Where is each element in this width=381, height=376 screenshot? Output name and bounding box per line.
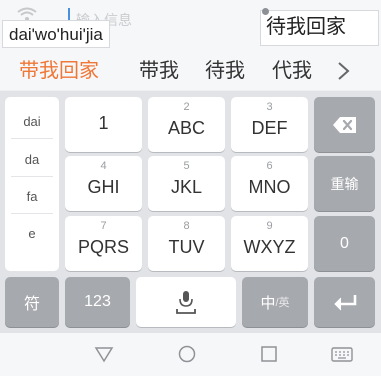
language-label: 中 <box>260 294 276 312</box>
candidate-item[interactable]: 代我 <box>272 58 312 84</box>
key-label: 0 <box>340 234 349 252</box>
key-label: WXYZ <box>243 237 296 257</box>
syllable-option[interactable]: dai <box>5 101 59 141</box>
language-switch-key[interactable]: 中/英 <box>242 277 308 327</box>
key-digit: 4 <box>100 160 107 172</box>
key-label: DEF <box>251 118 288 138</box>
number-mode-label: 123 <box>84 293 111 310</box>
keyboard-icon[interactable] <box>328 340 356 368</box>
key-label: MNO <box>248 177 291 197</box>
key-digit: 7 <box>100 220 107 232</box>
candidate-item[interactable]: 带我 <box>139 58 179 84</box>
language-sub-label: /英 <box>275 297 290 309</box>
key-label: PQRS <box>77 237 129 257</box>
key-digit: 5 <box>183 160 190 172</box>
enter-key[interactable] <box>314 277 375 327</box>
syllable-option[interactable]: da <box>5 139 59 179</box>
key-digit: 8 <box>183 220 190 232</box>
triangle-back-icon[interactable] <box>90 340 118 368</box>
key-digit: 3 <box>266 101 273 113</box>
key-1[interactable]: 1 <box>65 97 142 152</box>
enter-icon <box>333 295 356 311</box>
syllable-option[interactable]: fa <box>5 176 59 216</box>
key-7-pqrs[interactable]: 7 PQRS <box>65 216 142 271</box>
key-2-abc[interactable]: 2 ABC <box>148 97 225 152</box>
key-3-def[interactable]: 3 DEF <box>231 97 308 152</box>
candidate-item[interactable]: 带我回家 <box>19 58 99 84</box>
key-label: 1 <box>98 113 109 133</box>
key-digit: 6 <box>266 160 273 172</box>
key-5-jkl[interactable]: 5 JKL <box>148 156 225 211</box>
microphone-icon <box>176 291 196 314</box>
pinyin-preedit[interactable]: dai'wo'hui'jia <box>2 20 110 48</box>
key-8-tuv[interactable]: 8 TUV <box>148 216 225 271</box>
key-6-mno[interactable]: 6 MNO <box>231 156 308 211</box>
backspace-icon <box>332 116 356 133</box>
backspace-key[interactable] <box>314 97 375 152</box>
key-digit: 9 <box>266 220 273 232</box>
key-label: JKL <box>170 177 203 197</box>
key-0[interactable]: 0 <box>314 216 375 271</box>
composition-preview-text: 待我回家 <box>266 16 346 38</box>
space-key[interactable] <box>136 277 236 327</box>
key-4-ghi[interactable]: 4 GHI <box>65 156 142 211</box>
circle-home-icon[interactable] <box>173 340 201 368</box>
candidate-item[interactable]: 待我 <box>205 58 245 84</box>
retype-key[interactable]: 重输 <box>314 156 375 211</box>
chevron-right-icon[interactable] <box>334 56 354 86</box>
square-recent-icon[interactable] <box>255 340 283 368</box>
symbol-key[interactable]: 符 <box>5 277 59 327</box>
number-mode-key[interactable]: 123 <box>65 277 130 327</box>
key-label: GHI <box>87 177 120 197</box>
retype-label: 重输 <box>330 175 359 192</box>
key-9-wxyz[interactable]: 9 WXYZ <box>231 216 308 271</box>
symbol-label: 符 <box>23 296 40 313</box>
key-label: ABC <box>167 118 205 138</box>
key-digit: 2 <box>183 101 190 113</box>
syllable-option[interactable]: e <box>5 213 59 253</box>
key-label: TUV <box>168 237 205 257</box>
